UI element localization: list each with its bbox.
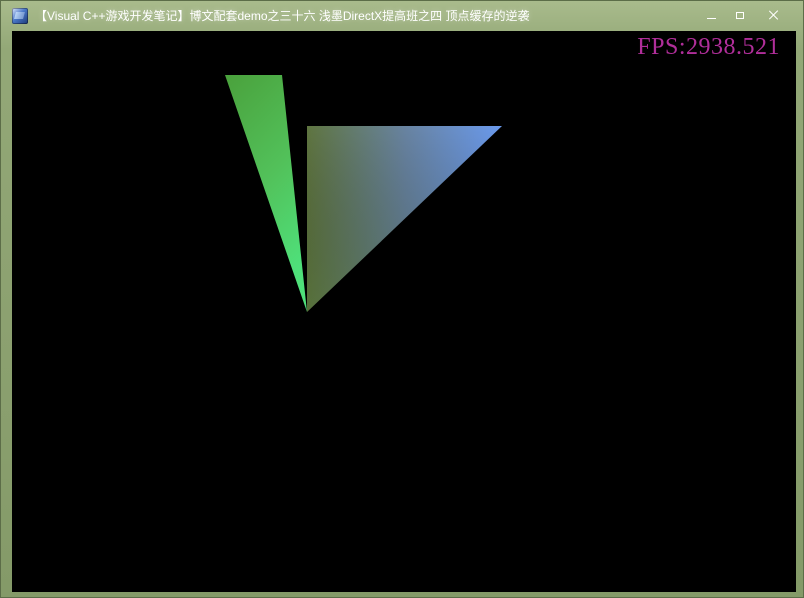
close-button[interactable]: [757, 1, 791, 29]
render-viewport[interactable]: FPS:2938.521: [12, 31, 796, 592]
minimize-icon: [706, 17, 716, 19]
maximize-icon: [736, 11, 744, 19]
wide-gradient-triangle-shade: [307, 126, 502, 312]
title-bar[interactable]: 【Visual C++游戏开发笔记】博文配套demo之三十六 浅墨DirectX…: [1, 1, 803, 31]
maximize-button[interactable]: [723, 1, 757, 29]
scene-canvas: [225, 75, 502, 312]
app-window: 【Visual C++游戏开发笔记】博文配套demo之三十六 浅墨DirectX…: [0, 0, 804, 598]
directx-app-icon[interactable]: [12, 8, 28, 24]
fps-counter: FPS:2938.521: [637, 34, 780, 60]
window-title: 【Visual C++游戏开发笔记】博文配套demo之三十六 浅墨DirectX…: [35, 9, 530, 23]
close-icon: [769, 10, 779, 20]
narrow-green-triangle: [225, 75, 307, 312]
